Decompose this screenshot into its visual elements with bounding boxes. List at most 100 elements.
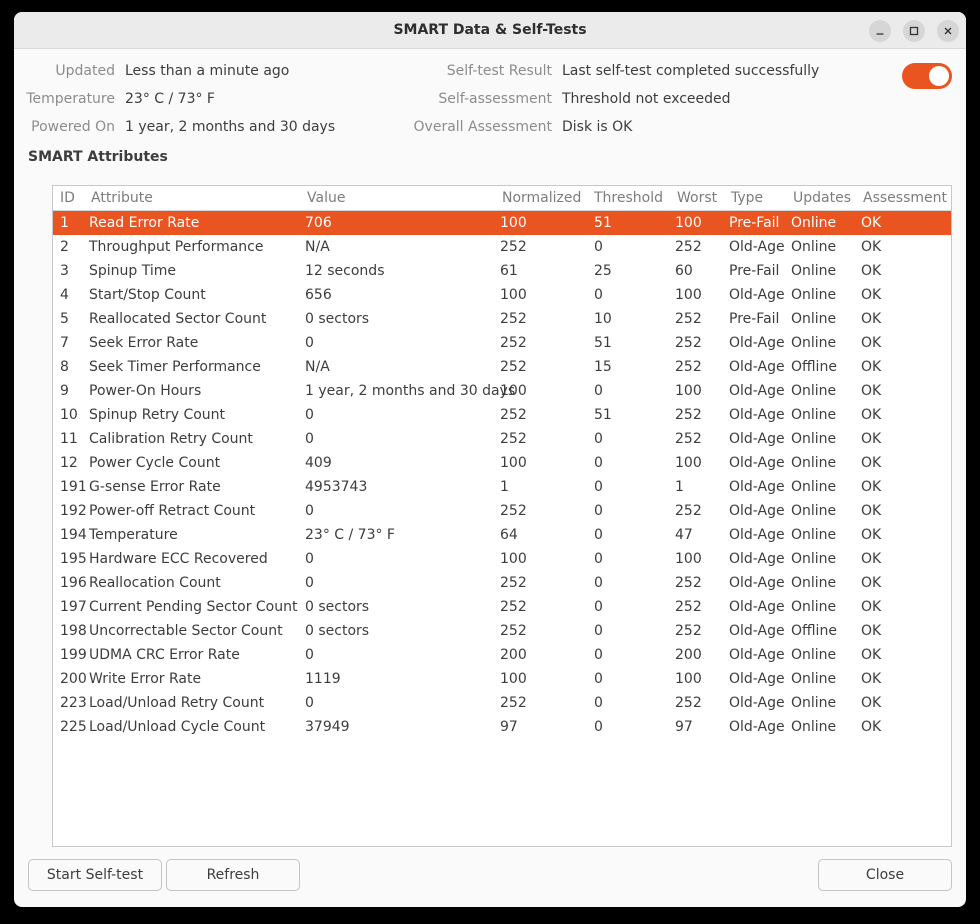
column-header-id[interactable]: ID	[60, 186, 75, 210]
titlebar: SMART Data & Self-Tests	[14, 12, 966, 49]
cell-assessment: OK	[861, 311, 882, 327]
cell-attribute: Uncorrectable Sector Count	[89, 623, 283, 639]
close-button[interactable]: Close	[818, 859, 952, 891]
cell-updates: Online	[791, 551, 837, 567]
cell-value: 0 sectors	[305, 623, 370, 639]
cell-type: Old-Age	[729, 551, 785, 567]
cell-threshold: 0	[594, 383, 603, 399]
column-header-threshold[interactable]: Threshold	[594, 186, 663, 210]
cell-id: 191	[60, 479, 87, 495]
cell-assessment: OK	[861, 479, 882, 495]
column-header-attribute[interactable]: Attribute	[91, 186, 153, 210]
table-row[interactable]: 225 Load/Unload Cycle Count 37949 97 0 97 Old-…	[53, 715, 951, 739]
cell-normalized: 252	[500, 695, 527, 711]
table-row[interactable]: 197 Current Pending Sector Count 0 sectors…	[53, 595, 951, 619]
powered-on-label: Powered On	[31, 119, 115, 135]
cell-value: 0	[305, 431, 314, 447]
cell-attribute: Spinup Time	[89, 263, 177, 279]
table-row[interactable]: 3 Spinup Time 12 seconds 61 25 60 Pre-Fail Onli…	[53, 259, 951, 283]
cell-value: 1119	[305, 671, 341, 687]
cell-attribute: Calibration Retry Count	[89, 431, 253, 447]
cell-worst: 100	[675, 215, 702, 231]
cell-updates: Online	[791, 263, 837, 279]
cell-normalized: 252	[500, 431, 527, 447]
table-row[interactable]: 7 Seek Error Rate 0 252 51 252 Old-Age Online OK	[53, 331, 951, 355]
cell-normalized: 252	[500, 575, 527, 591]
cell-updates: Online	[791, 719, 837, 735]
close-window-button[interactable]	[937, 20, 959, 42]
refresh-button[interactable]: Refresh	[166, 859, 300, 891]
cell-worst: 252	[675, 311, 702, 327]
cell-attribute: Current Pending Sector Count	[89, 599, 298, 615]
cell-id: 200	[60, 671, 87, 687]
column-header-worst[interactable]: Worst	[677, 186, 717, 210]
cell-value: N/A	[305, 239, 330, 255]
cell-threshold: 0	[594, 239, 603, 255]
table-row[interactable]: 196 Reallocation Count 0 252 0 252 Old-Age Onli…	[53, 571, 951, 595]
table-row[interactable]: 223 Load/Unload Retry Count 0 252 0 252 Old-Ag…	[53, 691, 951, 715]
cell-normalized: 252	[500, 359, 527, 375]
cell-assessment: OK	[861, 695, 882, 711]
cell-value: 0 sectors	[305, 599, 370, 615]
minimize-button[interactable]	[869, 20, 891, 42]
column-header-updates[interactable]: Updates	[793, 186, 851, 210]
cell-type: Old-Age	[729, 359, 785, 375]
cell-threshold: 0	[594, 503, 603, 519]
cell-threshold: 0	[594, 719, 603, 735]
cell-assessment: OK	[861, 527, 882, 543]
table-row[interactable]: 8 Seek Timer Performance N/A 252 15 252 Old-Ag…	[53, 355, 951, 379]
cell-worst: 252	[675, 599, 702, 615]
cell-type: Old-Age	[729, 383, 785, 399]
cell-updates: Online	[791, 695, 837, 711]
table-row[interactable]: 9 Power-On Hours 1 year, 2 months and 30 d…	[53, 379, 951, 403]
cell-worst: 252	[675, 239, 702, 255]
smart-enabled-toggle[interactable]	[902, 63, 952, 89]
powered-on-value: 1 year, 2 months and 30 days	[125, 119, 336, 135]
cell-worst: 100	[675, 551, 702, 567]
smart-attributes-table[interactable]: ID Attribute Value Normalized Threshold …	[52, 185, 952, 847]
column-header-type[interactable]: Type	[731, 186, 763, 210]
cell-assessment: OK	[861, 551, 882, 567]
cell-normalized: 100	[500, 383, 527, 399]
cell-normalized: 252	[500, 503, 527, 519]
table-row[interactable]: 4 Start/Stop Count 656 100 0 100 Old-Age Online…	[53, 283, 951, 307]
table-row[interactable]: 2 Throughput Performance N/A 252 0 252 Old-Age…	[53, 235, 951, 259]
cell-id: 7	[60, 335, 69, 351]
table-row[interactable]: 195 Hardware ECC Recovered 0 100 0 100 Old-Age…	[53, 547, 951, 571]
cell-worst: 252	[675, 695, 702, 711]
cell-threshold: 0	[594, 623, 603, 639]
cell-id: 197	[60, 599, 87, 615]
cell-type: Old-Age	[729, 431, 785, 447]
cell-normalized: 64	[500, 527, 518, 543]
table-row[interactable]: 11 Calibration Retry Count 0 252 0 252 Old-Age…	[53, 427, 951, 451]
cell-value: N/A	[305, 359, 330, 375]
table-row[interactable]: 200 Write Error Rate 1119 100 0 100 Old-Age Onl…	[53, 667, 951, 691]
table-row[interactable]: 198 Uncorrectable Sector Count 0 sectors 25…	[53, 619, 951, 643]
column-header-normalized[interactable]: Normalized	[502, 186, 581, 210]
cell-threshold: 0	[594, 527, 603, 543]
cell-attribute: Load/Unload Cycle Count	[89, 719, 266, 735]
cell-worst: 97	[675, 719, 693, 735]
table-row[interactable]: 191 G-sense Error Rate 4953743 1 0 1 Old-Age On…	[53, 475, 951, 499]
table-row[interactable]: 1 Read Error Rate 706 100 51 100 Pre-Fail Onlin…	[53, 211, 951, 235]
table-row[interactable]: 192 Power-off Retract Count 0 252 0 252 Old-Ag…	[53, 499, 951, 523]
table-row[interactable]: 199 UDMA CRC Error Rate 0 200 0 200 Old-Age Onl…	[53, 643, 951, 667]
cell-type: Old-Age	[729, 287, 785, 303]
cell-value: 706	[305, 215, 332, 231]
cell-type: Old-Age	[729, 335, 785, 351]
start-self-test-button[interactable]: Start Self-test	[28, 859, 162, 891]
table-row[interactable]: 5 Reallocated Sector Count 0 sectors 252 10 2…	[53, 307, 951, 331]
table-row[interactable]: 194 Temperature 23° C / 73° F 64 0 47 Old-Age O…	[53, 523, 951, 547]
column-header-assessment[interactable]: Assessment	[863, 186, 947, 210]
maximize-button[interactable]	[903, 20, 925, 42]
cell-attribute: Read Error Rate	[89, 215, 200, 231]
cell-worst: 252	[675, 503, 702, 519]
cell-updates: Online	[791, 407, 837, 423]
cell-value: 0	[305, 335, 314, 351]
smart-attributes-heading: SMART Attributes	[28, 149, 168, 165]
column-header-value[interactable]: Value	[307, 186, 345, 210]
cell-normalized: 252	[500, 311, 527, 327]
table-row[interactable]: 10 Spinup Retry Count 0 252 51 252 Old-Age Onli…	[53, 403, 951, 427]
cell-assessment: OK	[861, 239, 882, 255]
table-row[interactable]: 12 Power Cycle Count 409 100 0 100 Old-Age Onli…	[53, 451, 951, 475]
